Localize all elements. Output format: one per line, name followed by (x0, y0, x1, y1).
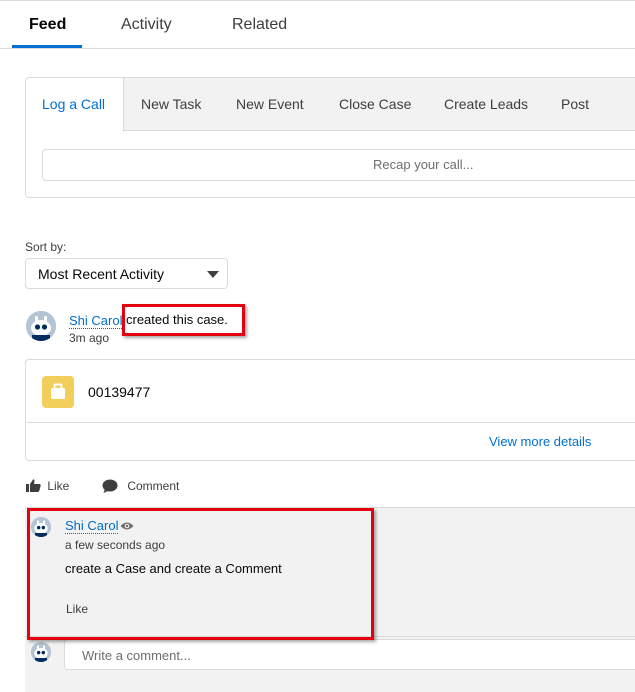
record-tabs: Feed Activity Related (0, 0, 635, 49)
comment-author-link[interactable]: Shi Carol (65, 518, 119, 534)
publisher-tab-new-task[interactable]: New Task (141, 96, 201, 112)
sort-selected-value: Most Recent Activity (38, 266, 165, 282)
feed-timestamp[interactable]: 3m ago (69, 331, 109, 345)
publisher-tabs: Log a Call New Task New Event Close Case… (26, 78, 635, 132)
tab-activity[interactable]: Activity (121, 16, 172, 34)
avatar-icon[interactable] (26, 311, 56, 341)
comment-divider (25, 636, 635, 637)
publisher-tab-log-a-call[interactable]: Log a Call (26, 78, 124, 132)
avatar-icon[interactable] (31, 517, 51, 537)
feed-author-link[interactable]: Shi Carol (69, 313, 123, 329)
publisher-tab-post[interactable]: Post (561, 96, 589, 112)
publisher-tab-close-case[interactable]: Close Case (339, 96, 411, 112)
chevron-down-icon (207, 271, 219, 278)
view-more-details-link[interactable]: View more details (489, 434, 591, 449)
comment-label: Comment (127, 479, 180, 493)
case-number[interactable]: 00139477 (88, 384, 150, 400)
recap-call-input[interactable]: Recap your call... (42, 149, 635, 181)
publisher: Log a Call New Task New Event Close Case… (25, 77, 635, 198)
comment-icon (102, 479, 118, 493)
like-button[interactable]: Like (26, 479, 69, 493)
tab-feed[interactable]: Feed (29, 16, 66, 34)
eye-icon (120, 522, 134, 530)
case-record-card: 00139477 View more details (25, 359, 635, 461)
avatar-icon (31, 642, 51, 662)
publisher-tab-new-event[interactable]: New Event (236, 96, 304, 112)
active-tab-indicator (12, 45, 82, 48)
comment-button[interactable]: Comment (102, 479, 179, 493)
comment-timestamp: a few seconds ago (65, 538, 166, 552)
sort-select[interactable]: Most Recent Activity (25, 258, 228, 289)
comment-body: create a Case and create a Comment (65, 561, 282, 576)
tab-related[interactable]: Related (232, 16, 287, 34)
write-comment-input[interactable]: Write a comment... (64, 639, 635, 670)
like-icon (26, 479, 41, 492)
sort-label: Sort by: (25, 240, 67, 254)
feed-action-text: created this case. (126, 312, 228, 327)
like-label: Like (47, 479, 70, 493)
card-divider (26, 422, 635, 423)
publisher-tab-create-leads[interactable]: Create Leads (444, 96, 528, 112)
comment-like-button[interactable]: Like (66, 602, 88, 616)
case-icon (42, 376, 74, 408)
